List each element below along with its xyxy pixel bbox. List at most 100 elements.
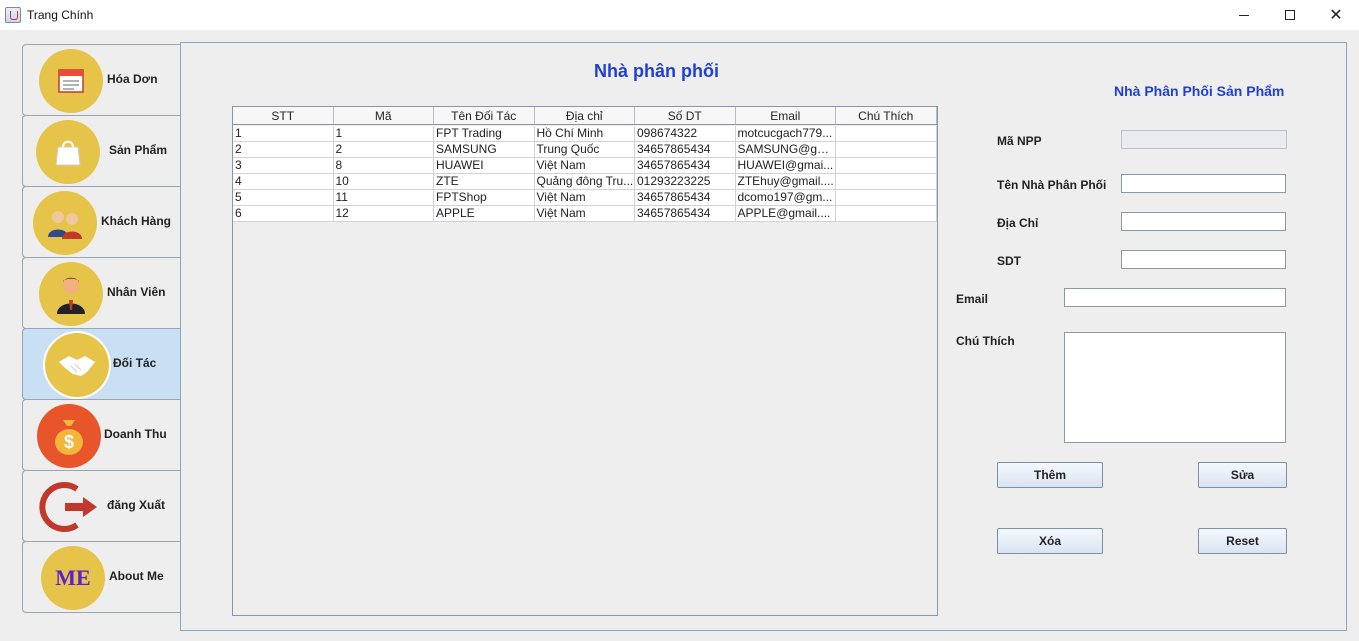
logout-icon [37, 475, 101, 539]
table-cell [836, 190, 937, 205]
dia-chi-label: Địa Chỉ [997, 216, 1039, 230]
table-row[interactable]: 6 12 APPLE Việt Nam 34657865434 APPLE@gm… [233, 206, 937, 222]
column-header[interactable]: STT [233, 107, 334, 124]
close-icon: ✕ [1329, 7, 1343, 24]
table-cell: HUAWEI [434, 158, 535, 173]
table-cell: 3 [233, 158, 334, 173]
sidebar-item-doi-tac[interactable]: Đối Tác [22, 328, 180, 400]
dia-chi-field[interactable] [1121, 212, 1286, 231]
table-cell: 5 [233, 190, 334, 205]
table-cell: 098674322 [635, 126, 736, 141]
table-cell: 11 [334, 190, 434, 205]
form-title: Nhà Phân Phối Sản Phẩm [1114, 83, 1285, 99]
ten-npp-field[interactable] [1121, 174, 1286, 193]
employee-icon [39, 262, 103, 326]
table-header: STT Mã Tên Đối Tác Địa chỉ Số DT Email C… [233, 107, 937, 125]
xoa-button[interactable]: Xóa [997, 528, 1103, 554]
email-field[interactable] [1064, 288, 1286, 307]
sidebar-item-label: Khách Hàng [101, 214, 172, 228]
table-cell: 34657865434 [635, 206, 736, 221]
table-cell: dcomo197@gm... [736, 190, 836, 205]
table-cell: 34657865434 [635, 190, 736, 205]
sidebar-item-hoa-don[interactable]: Hóa Dơn [22, 44, 180, 116]
table-cell: FPT Trading [434, 126, 535, 141]
customers-icon [33, 191, 97, 255]
table-row[interactable]: 5 11 FPTShop Việt Nam 34657865434 dcomo1… [233, 190, 937, 206]
page-title: Nhà phân phối [594, 61, 719, 81]
handshake-icon [45, 333, 109, 397]
table-cell: 2 [233, 142, 334, 157]
table-cell: APPLE [434, 206, 535, 221]
sidebar-item-label: Sản Phẩm [109, 143, 168, 157]
sidebar-item-label: Đối Tác [113, 356, 157, 370]
ten-npp-label: Tên Nhà Phân Phối [997, 178, 1107, 192]
column-header[interactable]: Chú Thích [836, 107, 937, 124]
email-label: Email [956, 292, 989, 306]
column-header[interactable]: Tên Đối Tác [434, 107, 535, 124]
table-cell: 34657865434 [635, 142, 736, 157]
table-cell: HUAWEI@gmai... [736, 158, 836, 173]
table-cell: FPTShop [434, 190, 535, 205]
sidebar-item-dang-xuat[interactable]: đăng Xuất [22, 470, 180, 542]
table-cell [836, 158, 937, 173]
table-cell: SAMSUNG@gm... [737, 142, 836, 157]
table-cell: Hồ Chí Minh [535, 126, 635, 141]
sdt-field[interactable] [1121, 250, 1286, 269]
table-row[interactable]: 1 1 FPT Trading Hồ Chí Minh 098674322 mo… [233, 126, 937, 142]
ma-npp-field[interactable] [1121, 130, 1287, 149]
table-body: 1 1 FPT Trading Hồ Chí Minh 098674322 mo… [233, 126, 937, 222]
sidebar-item-label: Nhân Viên [107, 285, 166, 299]
sidebar-item-khach-hang[interactable]: Khách Hàng [22, 186, 180, 258]
table-cell: 34657865434 [635, 158, 736, 173]
main-panel: Nhà phân phối Nhà Phân Phối Sản Phẩm STT… [180, 42, 1347, 631]
close-button[interactable]: ✕ [1313, 0, 1359, 30]
table-cell: 2 [334, 142, 434, 157]
table-cell: Quảng đông Tru... [536, 174, 635, 189]
java-app-icon [5, 7, 21, 23]
minimize-icon [1239, 14, 1249, 16]
sidebar-item-about-me[interactable]: ME About Me [22, 541, 180, 613]
them-button[interactable]: Thêm [997, 462, 1103, 488]
table-cell: 4 [233, 174, 334, 189]
window-title: Trang Chính [27, 8, 94, 22]
table-cell: ZTE [434, 174, 535, 189]
table-cell: 01293223225 [635, 174, 736, 189]
sidebar-item-label: đăng Xuất [107, 498, 166, 512]
sdt-label: SDT [997, 254, 1021, 268]
table-cell: motcucgach779... [736, 126, 836, 141]
table-cell: 10 [334, 174, 434, 189]
about-me-icon: ME [41, 546, 105, 610]
table-cell [836, 174, 937, 189]
table-cell: 8 [334, 158, 434, 173]
chu-thich-field[interactable] [1064, 332, 1286, 443]
column-header[interactable]: Số DT [635, 107, 736, 124]
sua-button[interactable]: Sửa [1198, 462, 1287, 488]
ma-npp-label: Mã NPP [997, 134, 1042, 148]
column-header[interactable]: Email [736, 107, 836, 124]
sidebar-item-label: Hóa Dơn [107, 72, 158, 86]
table-cell [836, 142, 937, 157]
table-row[interactable]: 3 8 HUAWEI Việt Nam 34657865434 HUAWEI@g… [233, 158, 937, 174]
sidebar-item-nhan-vien[interactable]: Nhân Viên [22, 257, 180, 329]
table-cell: SAMSUNG [434, 142, 535, 157]
table-cell [836, 126, 937, 141]
distributor-table[interactable]: STT Mã Tên Đối Tác Địa chỉ Số DT Email C… [232, 106, 938, 616]
minimize-button[interactable] [1221, 0, 1267, 30]
table-cell [836, 206, 937, 221]
window-titlebar: Trang Chính ✕ [0, 0, 1359, 30]
table-cell: 1 [233, 126, 334, 141]
svg-text:$: $ [64, 432, 74, 452]
column-header[interactable]: Mã [334, 107, 434, 124]
column-header[interactable]: Địa chỉ [535, 107, 635, 124]
chu-thich-label: Chú Thích [956, 334, 1015, 348]
table-row[interactable]: 4 10 ZTE Quảng đông Tru... 01293223225 Z… [233, 174, 937, 190]
invoice-icon [39, 49, 103, 113]
sidebar-item-doanh-thu[interactable]: $ Doanh Thu [22, 399, 180, 471]
table-cell: APPLE@gmail.... [736, 206, 836, 221]
sidebar-item-san-pham[interactable]: Sản Phẩm [22, 115, 180, 187]
sidebar-item-label: About Me [109, 569, 164, 583]
table-cell: ZTEhuy@gmail.... [736, 174, 836, 189]
reset-button[interactable]: Reset [1198, 528, 1287, 554]
maximize-button[interactable] [1267, 0, 1313, 30]
table-row[interactable]: 2 2 SAMSUNG Trung Quốc 34657865434 SAMSU… [233, 142, 937, 158]
